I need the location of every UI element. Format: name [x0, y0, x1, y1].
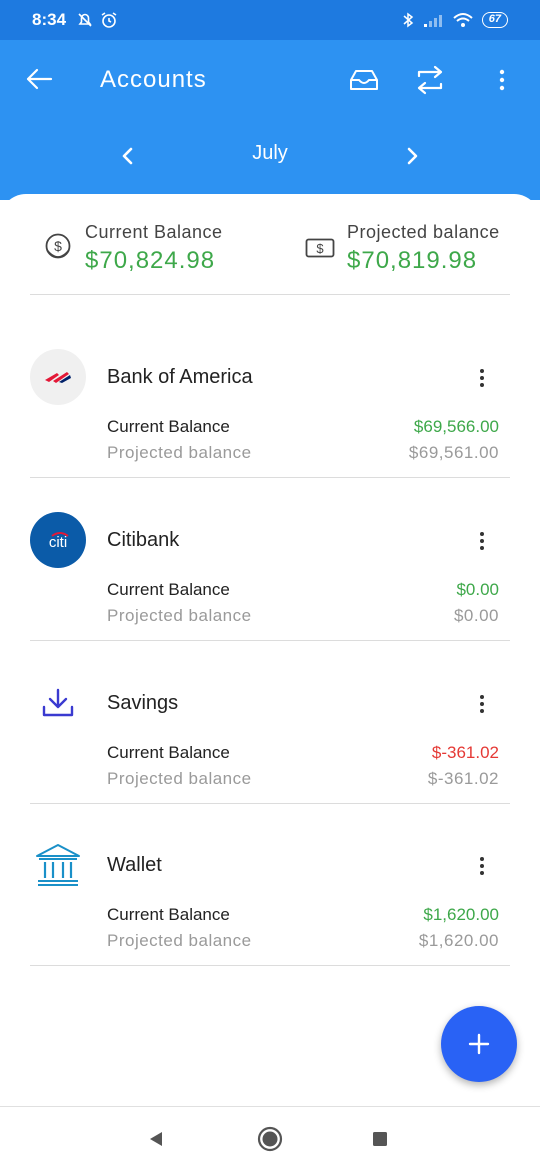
projected-balance-value: $-361.02: [427, 769, 499, 788]
more-vert-icon: [480, 369, 484, 387]
current-balance-label: Current Balance: [107, 743, 230, 762]
system-back-button[interactable]: [140, 1123, 172, 1155]
account-menu-button[interactable]: [470, 852, 494, 880]
current-balance-value: $0.00: [456, 580, 499, 599]
projected-balance-summary: Projected balance $70,819.98: [347, 222, 500, 275]
current-balance-total: $70,824.98: [85, 247, 216, 274]
more-vert-icon: [480, 532, 484, 550]
projected-balance-label: Projected balance: [107, 931, 252, 950]
account-card-bank-of-america[interactable]: Bank of America Current Balance $69,566.…: [30, 316, 510, 478]
wifi-icon: [453, 13, 473, 27]
svg-text:$: $: [316, 241, 324, 256]
citi-logo: citi: [30, 512, 86, 568]
home-circle-icon: [257, 1126, 283, 1152]
square-recents-icon: [373, 1132, 387, 1146]
current-month[interactable]: July: [0, 142, 540, 165]
current-balance-label: Current Balance: [85, 222, 223, 242]
projected-balance-label: Projected balance: [347, 222, 500, 242]
account-name: Wallet: [107, 854, 162, 876]
svg-text:citi: citi: [49, 534, 67, 551]
account-name: Bank of America: [107, 366, 253, 388]
more-vert-icon: [480, 695, 484, 713]
inbox-button[interactable]: [346, 62, 382, 98]
battery-indicator: 67: [481, 12, 508, 28]
account-card-wallet[interactable]: Wallet Current Balance $1,620.00 Project…: [30, 804, 510, 966]
projected-balance-label: Projected balance: [107, 606, 252, 625]
month-navigator: July: [0, 138, 540, 174]
system-recents-button[interactable]: [364, 1123, 396, 1155]
system-navigation-bar: [0, 1106, 540, 1170]
balance-summary: $ Current Balance $70,824.98 $ Projected…: [30, 194, 510, 295]
current-balance-summary: Current Balance $70,824.98: [85, 222, 223, 275]
current-balance-value: $1,620.00: [423, 905, 499, 924]
transfer-button[interactable]: [412, 62, 448, 98]
projected-balance-value: $1,620.00: [418, 931, 499, 950]
cash-icon: $: [305, 238, 335, 263]
current-balance-label: Current Balance: [107, 905, 230, 924]
swap-arrows-icon: [417, 65, 443, 95]
account-name: Savings: [107, 692, 179, 714]
back-button[interactable]: [22, 62, 56, 96]
add-account-button[interactable]: [441, 1006, 517, 1082]
alarm-icon: [101, 12, 117, 28]
bluetooth-icon: [403, 12, 413, 28]
account-card-citibank[interactable]: citi Citibank Current Balance $0.00 Proj…: [30, 479, 510, 641]
more-vert-icon: [499, 69, 505, 91]
current-balance-value: $69,566.00: [413, 417, 499, 436]
coin-icon: $: [44, 232, 72, 267]
more-options-button[interactable]: [484, 62, 520, 98]
account-card-savings[interactable]: Savings Current Balance $-361.02 Project…: [30, 642, 510, 804]
arrow-left-icon: [26, 68, 53, 90]
next-month-button[interactable]: [396, 140, 428, 172]
plus-icon: [468, 1033, 490, 1055]
status-bar: 8:34 67: [0, 0, 540, 40]
projected-balance-label: Projected balance: [107, 443, 252, 462]
account-menu-button[interactable]: [470, 527, 494, 555]
app-bar: Accounts July: [0, 40, 540, 200]
inbox-icon: [350, 70, 378, 90]
current-balance-value: $-361.02: [431, 743, 499, 762]
projected-balance-value: $69,561.00: [408, 443, 499, 462]
bank-building-icon: [30, 837, 86, 893]
current-balance-label: Current Balance: [107, 417, 230, 436]
account-menu-button[interactable]: [470, 364, 494, 392]
projected-balance-value: $0.00: [453, 606, 499, 625]
chevron-right-icon: [407, 147, 418, 165]
accounts-content: $ Current Balance $70,824.98 $ Projected…: [0, 194, 540, 1106]
account-name: Citibank: [107, 529, 180, 551]
cellular-signal-icon: [423, 15, 442, 27]
muted-bell-icon: [78, 13, 92, 27]
system-home-button[interactable]: [254, 1123, 286, 1155]
status-time: 8:34: [32, 10, 67, 29]
svg-text:$: $: [54, 238, 62, 254]
projected-balance-label: Projected balance: [107, 769, 252, 788]
current-balance-label: Current Balance: [107, 580, 230, 599]
download-icon: [30, 675, 86, 731]
bank-of-america-logo: [30, 349, 86, 405]
page-title: Accounts: [100, 66, 207, 93]
triangle-back-icon: [150, 1132, 162, 1146]
projected-balance-total: $70,819.98: [347, 247, 478, 274]
more-vert-icon: [480, 857, 484, 875]
account-menu-button[interactable]: [470, 690, 494, 718]
